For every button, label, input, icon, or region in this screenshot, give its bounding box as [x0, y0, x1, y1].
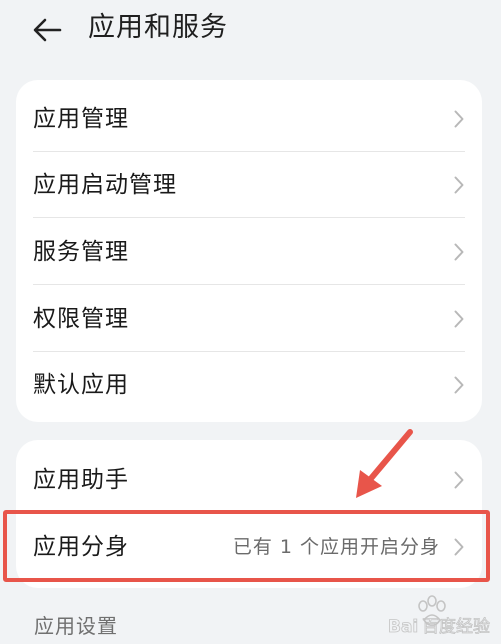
arrow-left-icon: [33, 18, 62, 42]
chevron-right-icon: [454, 538, 464, 556]
menu-item-app-management[interactable]: 应用管理: [16, 86, 482, 152]
settings-card-secondary: 应用助手 应用分身 已有 1 个应用开启分身: [16, 440, 482, 588]
page-title: 应用和服务: [88, 12, 228, 43]
menu-item-service-management[interactable]: 服务管理: [16, 219, 482, 285]
chevron-right-icon: [454, 176, 464, 194]
divider: [33, 284, 465, 285]
chevron-right-icon: [454, 110, 464, 128]
divider: [33, 217, 465, 218]
watermark-logo: Bai 百度经验: [388, 595, 490, 637]
section-header-app-settings: 应用设置: [34, 614, 118, 638]
menu-item-label: 权限管理: [33, 306, 129, 332]
chevron-right-icon: [454, 471, 464, 489]
menu-item-label: 默认应用: [33, 372, 129, 398]
menu-item-label: 应用助手: [33, 467, 129, 493]
svg-text:百度经验: 百度经验: [422, 617, 490, 637]
back-button[interactable]: [30, 12, 70, 48]
settings-card-main: 应用管理 应用启动管理 服务管理 权限管理 默认应用: [16, 80, 482, 422]
menu-item-label: 服务管理: [33, 239, 129, 265]
chevron-right-icon: [454, 376, 464, 394]
menu-item-label: 应用分身: [33, 534, 129, 560]
menu-item-label: 应用管理: [33, 106, 129, 132]
menu-item-default-apps[interactable]: 默认应用: [16, 352, 482, 418]
menu-item-app-launch-management[interactable]: 应用启动管理: [16, 152, 482, 218]
menu-item-permission-management[interactable]: 权限管理: [16, 286, 482, 352]
title-bar: 应用和服务: [0, 0, 501, 64]
paw-icon: [418, 595, 446, 626]
menu-item-label: 应用启动管理: [33, 172, 177, 198]
svg-text:Bai: Bai: [388, 617, 418, 637]
menu-item-app-assistant[interactable]: 应用助手: [16, 447, 482, 513]
chevron-right-icon: [454, 310, 464, 328]
menu-item-value: 已有 1 个应用开启分身: [232, 536, 440, 558]
chevron-right-icon: [454, 243, 464, 261]
menu-item-app-twin[interactable]: 应用分身 已有 1 个应用开启分身: [16, 514, 482, 580]
